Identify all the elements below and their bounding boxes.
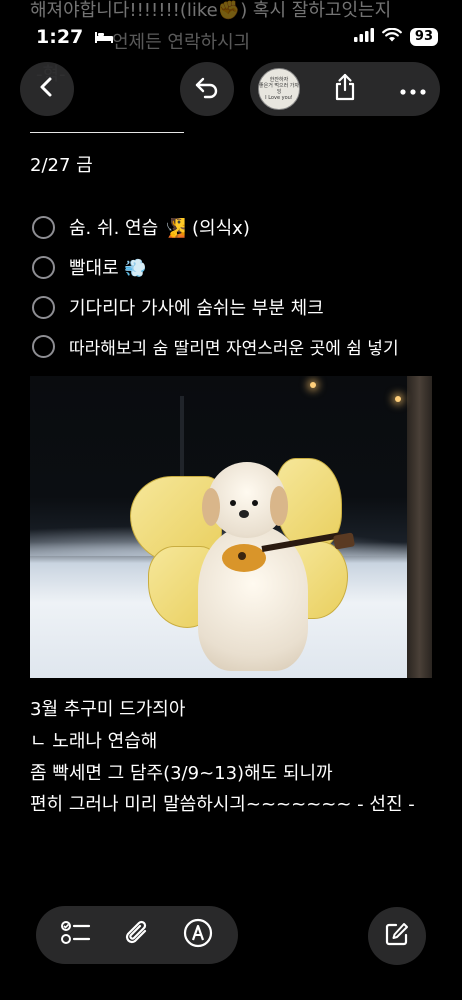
thumb-line-2: 좋은거 먹으러 가자잉 xyxy=(259,83,299,95)
note-actions-pill: 한잔하자 좋은거 먹으러 가자잉 I Love you! xyxy=(250,62,440,116)
checklist-item[interactable]: 숨. 쉬. 연습 🧏 (의식x) xyxy=(32,214,250,240)
note-paragraph: 3월 추구미 드가즤아 xyxy=(30,699,186,720)
note-paragraph: 편히 그러나 미리 말씀하시긔~~~~~~~ - 선진 - xyxy=(30,794,415,815)
photo-light xyxy=(310,382,316,388)
attach-button[interactable] xyxy=(124,919,150,951)
bed-icon xyxy=(94,27,114,49)
more-button[interactable] xyxy=(400,80,426,99)
checklist-item-text: 기다리다 가사에 숨쉬는 부분 체크 xyxy=(69,298,324,319)
checklist-item[interactable]: 따라해보긔 숨 딸리면 자연스러운 곳에 쉼 넣기 xyxy=(32,334,399,359)
photo-dog-nose xyxy=(239,510,249,518)
note-paragraph: 좀 빡세면 그 담주(3/9~13)해도 되니까 xyxy=(30,763,333,784)
battery-indicator: 93 xyxy=(409,27,438,46)
note-paragraph: ㄴ 노래나 연습해 xyxy=(30,731,158,752)
checklist-item[interactable]: 빨대로 💨 xyxy=(32,254,147,280)
share-icon xyxy=(334,73,356,105)
photo-light xyxy=(395,396,401,402)
dash-emoji: 💨 xyxy=(124,258,147,279)
paperclip-icon xyxy=(124,919,150,951)
checkbox-circle[interactable] xyxy=(32,215,55,239)
note-photo[interactable] xyxy=(30,376,432,678)
checklist-button[interactable] xyxy=(60,920,91,950)
deaf-person-emoji: 🧏 xyxy=(163,218,187,239)
back-button[interactable] xyxy=(20,62,74,116)
cellular-icon xyxy=(353,27,374,46)
share-button[interactable] xyxy=(334,73,356,105)
compose-button[interactable] xyxy=(368,907,426,965)
checklist-item-text: 빨대로 💨 xyxy=(69,258,147,279)
back-icon xyxy=(36,76,58,102)
photo-dog-eye xyxy=(252,500,258,506)
more-icon xyxy=(400,80,426,99)
ghost-text-line2: 언제든 연락하시긔 xyxy=(112,32,251,53)
checkbox-circle[interactable] xyxy=(32,335,55,358)
divider-line xyxy=(30,132,184,133)
markup-button[interactable] xyxy=(183,918,213,952)
attachment-thumbnail[interactable]: 한잔하자 좋은거 먹으러 가자잉 I Love you! xyxy=(258,68,300,110)
checkbox-circle[interactable] xyxy=(32,255,55,279)
status-indicators: 93 xyxy=(353,27,438,46)
checklist-item[interactable]: 기다리다 가사에 숨쉬는 부분 체크 xyxy=(32,294,324,320)
compose-icon xyxy=(384,921,410,951)
undo-icon xyxy=(194,75,220,103)
checklist-item-text: 따라해보긔 숨 딸리면 자연스러운 곳에 쉼 넣기 xyxy=(69,339,399,359)
photo-ukulele-hole xyxy=(238,552,246,560)
ghost-text-line1: 해져야합니다!!!!!!!(like✊) 혹시 잘하고잇는지 xyxy=(30,0,392,21)
bottom-toolbar xyxy=(36,906,238,964)
photo-dog-ear xyxy=(270,486,288,526)
wifi-icon xyxy=(382,27,402,46)
photo-tree-trunk xyxy=(407,376,432,678)
photo-dog-eye xyxy=(230,500,236,506)
checkbox-circle[interactable] xyxy=(32,295,55,319)
undo-button[interactable] xyxy=(180,62,234,116)
checklist-item-text: 숨. 쉬. 연습 🧏 (의식x) xyxy=(69,218,250,239)
photo-dog-ear xyxy=(202,488,220,526)
status-time: 1:27 xyxy=(36,26,114,49)
markup-icon xyxy=(183,918,213,952)
checklist-icon xyxy=(60,920,91,950)
thumb-line-3: I Love you! xyxy=(265,95,293,101)
note-date: 2/27 금 xyxy=(30,155,93,176)
